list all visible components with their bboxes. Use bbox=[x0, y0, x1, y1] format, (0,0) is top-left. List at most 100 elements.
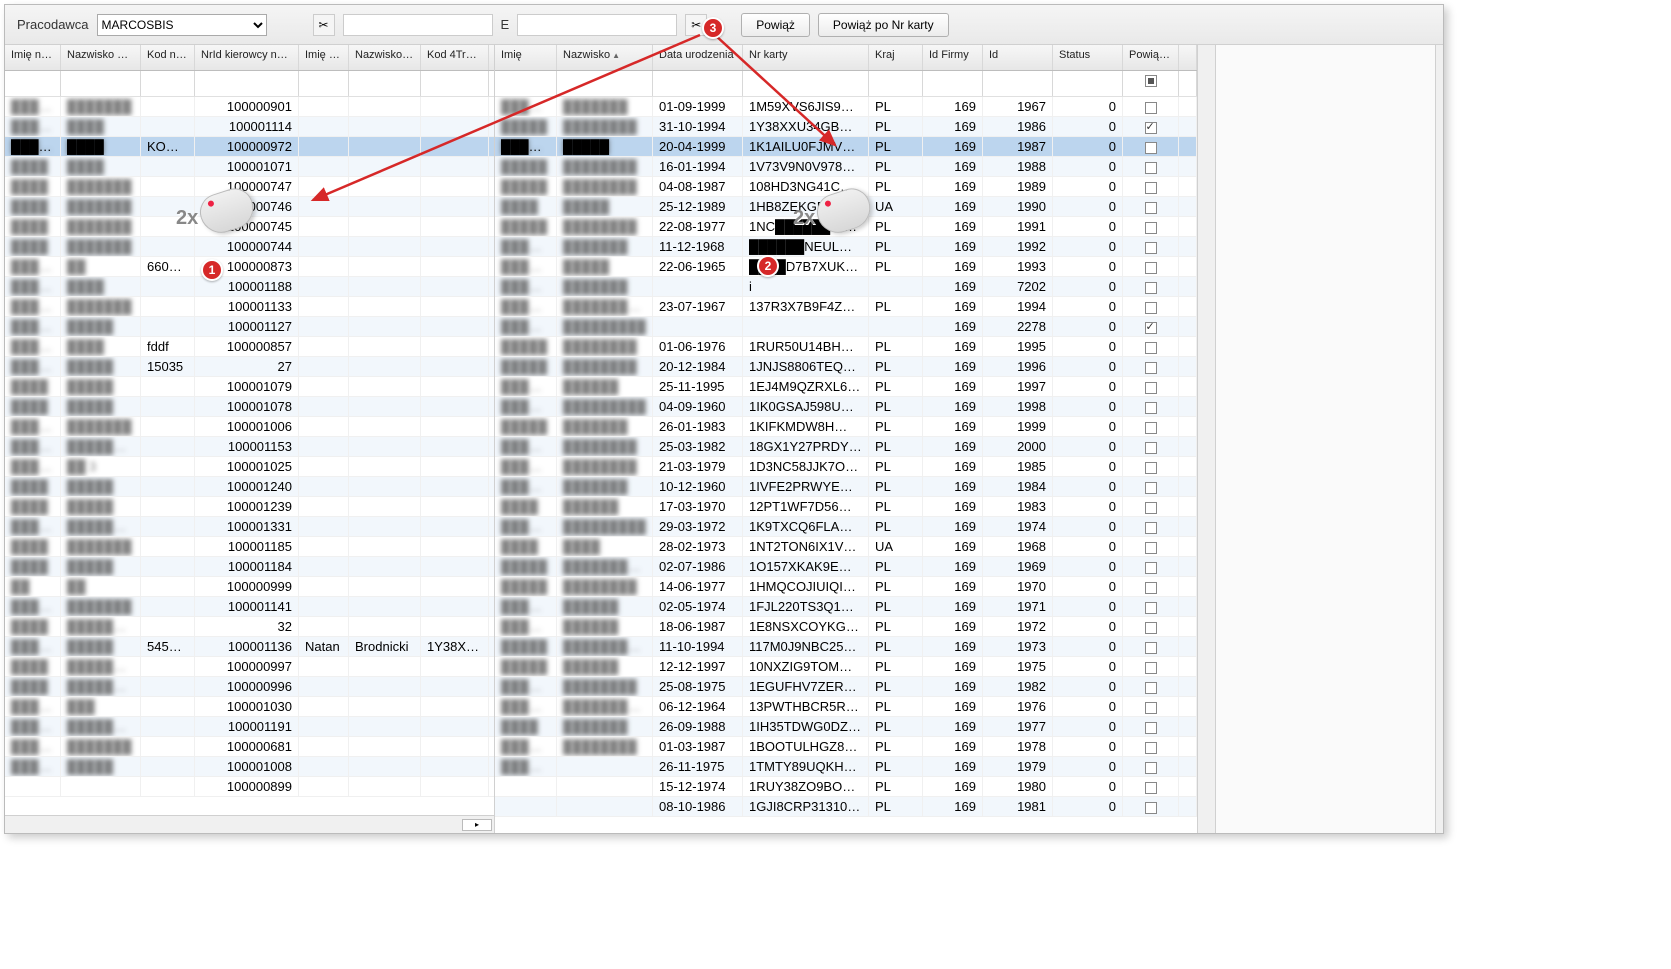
table-row[interactable]: ████████████████11-10-1994117M0J9NBC25…P… bbox=[495, 637, 1197, 657]
linked-checkbox[interactable] bbox=[1123, 657, 1179, 676]
table-row[interactable]: ████████████1503527 bbox=[5, 357, 494, 377]
table-row[interactable]: ████████████████29-03-19721K9TXCQ6FLA…PL… bbox=[495, 517, 1197, 537]
linked-checkbox[interactable] bbox=[1123, 257, 1179, 276]
linked-checkbox[interactable] bbox=[1123, 277, 1179, 296]
table-row[interactable]: ████████████████04-09-19601IK0GSAJ598U…P… bbox=[495, 397, 1197, 417]
table-row[interactable]: ████████100001071 bbox=[5, 157, 494, 177]
col-imie[interactable]: Imię bbox=[495, 45, 557, 70]
table-row[interactable]: █████████████18-06-19871E8NSXCOYKG…PL169… bbox=[495, 617, 1197, 637]
col-imie-4t[interactable]: Imię 4Trans bbox=[299, 45, 349, 70]
table-row[interactable]: ██████████████████23-07-1967137R3X7B9F4Z… bbox=[495, 297, 1197, 317]
table-row[interactable]: ███████26-11-19751TMTY89UQKH…PL16919790 bbox=[495, 757, 1197, 777]
employer-select[interactable]: MARCOSBIS bbox=[97, 14, 267, 36]
table-row[interactable]: █████████████20-12-19841JNJS8806TEQ…PL16… bbox=[495, 357, 1197, 377]
linked-checkbox[interactable] bbox=[1123, 357, 1179, 376]
linked-checkbox[interactable] bbox=[1123, 377, 1179, 396]
col-nazwisko-4t[interactable]: Nazwisko 4T… bbox=[349, 45, 421, 70]
table-row[interactable]: ███████████████01-03-19871BOOTULHGZ8…PL1… bbox=[495, 737, 1197, 757]
table-row[interactable]: ██████████████01-09-19991M59XVS6JIS9…PL1… bbox=[495, 97, 1197, 117]
scissors-button-1[interactable]: ✂ bbox=[313, 14, 335, 36]
table-row[interactable]: █████████████25-11-19951EJ4M9QZRXL6…PL16… bbox=[495, 377, 1197, 397]
table-row[interactable]: █████████100001240 bbox=[5, 477, 494, 497]
col-status[interactable]: Status bbox=[1053, 45, 1123, 70]
right-grid-body[interactable]: ██████████████01-09-19991M59XVS6JIS9…PL1… bbox=[495, 97, 1197, 833]
table-row[interactable]: ███████████100001185 bbox=[5, 537, 494, 557]
linked-checkbox[interactable] bbox=[1123, 297, 1179, 316]
table-row[interactable]: ██████████████20-04-19991K1AILU0FJMV…PL1… bbox=[495, 137, 1197, 157]
table-row[interactable]: █████████████01-06-19761RUR50U14BH…PL169… bbox=[495, 337, 1197, 357]
table-row[interactable]: ██████████████i16972020 bbox=[495, 277, 1197, 297]
table-row[interactable]: 08-10-19861GJI8CRP31310…PL16919810 bbox=[495, 797, 1197, 817]
table-row[interactable]: ████████████100001141 bbox=[5, 597, 494, 617]
linked-checkbox[interactable] bbox=[1123, 737, 1179, 756]
table-row[interactable]: ███████████100000747 bbox=[5, 177, 494, 197]
table-row[interactable]: ███████████100000746 bbox=[5, 197, 494, 217]
linked-checkbox[interactable] bbox=[1123, 677, 1179, 696]
col-nr-karty[interactable]: Nr karty bbox=[743, 45, 869, 70]
table-row[interactable]: ███████████████25-08-19751EGUFHV7ZER…PL1… bbox=[495, 677, 1197, 697]
right-vscroll[interactable] bbox=[1197, 45, 1215, 833]
col-id-firmy[interactable]: Id Firmy bbox=[923, 45, 983, 70]
col-kod-4t[interactable]: Kod 4Trans bbox=[421, 45, 489, 70]
col-id[interactable]: Id bbox=[983, 45, 1053, 70]
table-row[interactable]: ███████████100000744 bbox=[5, 237, 494, 257]
linked-checkbox[interactable] bbox=[1123, 437, 1179, 456]
table-row[interactable]: ███████████████100001153 bbox=[5, 437, 494, 457]
linked-checkbox[interactable] bbox=[1123, 317, 1179, 336]
linked-checkbox[interactable] bbox=[1123, 237, 1179, 256]
col-powiazany[interactable]: Powiązany bbox=[1123, 45, 1179, 70]
linked-checkbox[interactable] bbox=[1123, 537, 1179, 556]
col-nazwisko[interactable]: Nazwisko▲ bbox=[557, 45, 653, 70]
table-row[interactable]: █████████KOD…100000972 bbox=[5, 137, 494, 157]
linked-checkbox[interactable] bbox=[1123, 417, 1179, 436]
table-row[interactable]: ██████████100001008 bbox=[5, 757, 494, 777]
left-hscroll[interactable]: ▸ bbox=[5, 815, 494, 833]
table-row[interactable]: █████████100001239 bbox=[5, 497, 494, 517]
table-row[interactable]: ████████████22-06-1965████D7B7XUK…PL1691… bbox=[495, 257, 1197, 277]
linked-checkbox[interactable] bbox=[1123, 477, 1179, 496]
table-row[interactable]: ███████ 3100001025 bbox=[5, 457, 494, 477]
far-right-vscroll[interactable] bbox=[1435, 45, 1444, 833]
filter-powiazany-checkbox[interactable] bbox=[1123, 71, 1179, 96]
table-row[interactable]: ██████████████10-12-19601IVFE2PRWYE…PL16… bbox=[495, 477, 1197, 497]
table-row[interactable]: █████████████14-06-19771HMQCOJIUIQI0…PL1… bbox=[495, 577, 1197, 597]
table-row[interactable]: ██████████████100001133 bbox=[5, 297, 494, 317]
linked-checkbox[interactable] bbox=[1123, 217, 1179, 236]
field2-input[interactable] bbox=[517, 14, 677, 36]
table-row[interactable]: ███████████12-12-199710NXZIG9TOMG…PL1691… bbox=[495, 657, 1197, 677]
table-row[interactable]: 100000899 bbox=[5, 777, 494, 797]
table-row[interactable]: ██████████████11-12-1968██████NEUL…PL169… bbox=[495, 237, 1197, 257]
linked-checkbox[interactable] bbox=[1123, 717, 1179, 736]
linked-checkbox[interactable] bbox=[1123, 757, 1179, 776]
table-row[interactable]: ████████████26-01-19831KIFKMDW8H…PL16919… bbox=[495, 417, 1197, 437]
table-row[interactable]: ███████████████16922780 bbox=[495, 317, 1197, 337]
table-row[interactable]: ███████████████21-03-19791D3NC58JJK7O…PL… bbox=[495, 457, 1197, 477]
table-row[interactable]: █████████100001079 bbox=[5, 377, 494, 397]
table-row[interactable]: █████████100001114 bbox=[5, 117, 494, 137]
col-data-ur[interactable]: Data urodzenia bbox=[653, 45, 743, 70]
col-nazwisko-naw[interactable]: Nazwisko naw bbox=[61, 45, 141, 70]
table-row[interactable]: ████████████02-05-19741FJL220TS3Q1…PL169… bbox=[495, 597, 1197, 617]
table-row[interactable]: ███████████fddf100000857 bbox=[5, 337, 494, 357]
table-row[interactable]: █████████100001188 bbox=[5, 277, 494, 297]
linked-checkbox[interactable] bbox=[1123, 337, 1179, 356]
linked-checkbox[interactable] bbox=[1123, 797, 1179, 816]
table-row[interactable]: █████████████16-01-19941V73V9N0V978…PL16… bbox=[495, 157, 1197, 177]
linked-checkbox[interactable] bbox=[1123, 117, 1179, 136]
left-grid-body[interactable]: ████████████100000901█████████100001114█… bbox=[5, 97, 494, 815]
table-row[interactable]: █████████████100001331 bbox=[5, 517, 494, 537]
linked-checkbox[interactable] bbox=[1123, 697, 1179, 716]
table-row[interactable]: █████████660…100000873 bbox=[5, 257, 494, 277]
linked-checkbox[interactable] bbox=[1123, 597, 1179, 616]
linked-checkbox[interactable] bbox=[1123, 577, 1179, 596]
col-kod-naw[interactable]: Kod naw bbox=[141, 45, 195, 70]
linked-checkbox[interactable] bbox=[1123, 177, 1179, 196]
table-row[interactable]: ██████████5454…100001136NatanBrodnicki1Y… bbox=[5, 637, 494, 657]
linked-checkbox[interactable] bbox=[1123, 137, 1179, 156]
link-by-card-button[interactable]: Powiąż po Nr karty bbox=[818, 13, 949, 37]
table-row[interactable]: █████████100001078 bbox=[5, 397, 494, 417]
table-row[interactable]: ████████100001030 bbox=[5, 697, 494, 717]
linked-checkbox[interactable] bbox=[1123, 97, 1179, 116]
table-row[interactable]: ████████████100000901 bbox=[5, 97, 494, 117]
link-button[interactable]: Powiąż bbox=[741, 13, 810, 37]
